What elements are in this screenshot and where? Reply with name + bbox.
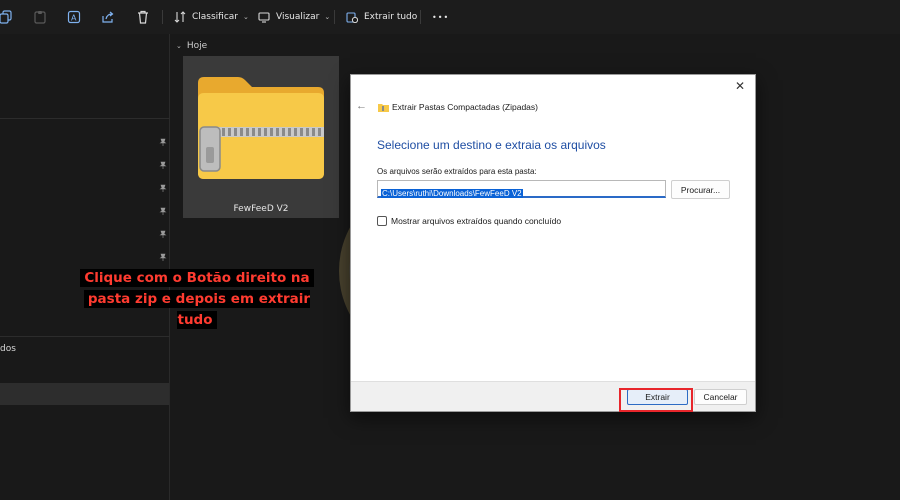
view-label: Visualizar [276,12,320,22]
toolbar-divider [162,10,163,24]
sidebar-divider [0,118,170,119]
back-arrow-icon[interactable]: ← [356,100,367,112]
command-bar: A Classificar ⌄ Visualizar ⌄ Extrair tud… [0,0,900,34]
browse-button[interactable]: Procurar... [671,180,730,199]
sidebar-item-selected[interactable] [0,383,169,405]
sort-icon [174,11,186,23]
instruction-annotation: Clique com o Botão direito na pasta zip … [66,268,328,331]
rename-icon[interactable]: A [66,9,82,25]
annotation-line-2: pasta zip e depois em extrair tudo [83,290,311,329]
toolbar-divider [334,10,335,24]
paste-icon[interactable] [32,9,48,25]
delete-icon[interactable] [135,9,151,25]
show-files-checkbox[interactable] [377,216,387,226]
more-options-button[interactable]: ••• [432,8,449,26]
view-button[interactable]: Visualizar ⌄ [258,8,330,26]
pin-icon[interactable] [159,230,167,238]
chevron-down-icon: ⌄ [176,42,182,50]
zip-folder-item[interactable]: FewFeeD V2 [183,56,339,218]
navigation-pane: dos [0,34,170,500]
extract-all-icon [346,12,358,23]
sidebar-divider [0,336,170,337]
zip-folder-icon [198,77,324,179]
group-header-label: Hoje [186,41,208,51]
extract-zip-dialog: ✕ ← Extrair Pastas Compactadas (Zipadas)… [350,74,756,412]
destination-path-value: C:\Users\ruthi\Downloads\FewFeeD V2 [381,189,523,198]
copy-icon[interactable] [0,9,14,25]
share-icon[interactable] [100,9,116,25]
pin-icon[interactable] [159,253,167,261]
toolbar-divider [420,10,421,24]
zip-folder-small-icon [378,104,389,112]
chevron-down-icon: ⌄ [324,13,331,21]
file-name-label: FewFeeD V2 [233,204,289,214]
sidebar-item-label[interactable]: dos [0,344,16,354]
close-icon[interactable]: ✕ [733,79,747,93]
svg-text:A: A [71,14,77,23]
dialog-heading: Selecione um destino e extraia os arquiv… [377,138,606,152]
dialog-title: Extrair Pastas Compactadas (Zipadas) [392,102,538,112]
pin-icon[interactable] [159,138,167,146]
sort-button[interactable]: Classificar ⌄ [174,8,249,26]
pin-icon[interactable] [159,184,167,192]
extract-all-label: Extrair tudo [364,12,418,22]
more-icon: ••• [432,12,450,22]
dialog-footer: Extrair Cancelar [351,381,755,411]
annotation-line-1: Clique com o Botão direito na [80,269,314,287]
pin-icon[interactable] [159,207,167,215]
extract-all-button[interactable]: Extrair tudo [346,8,417,26]
destination-label: Os arquivos serão extraídos para esta pa… [377,167,537,176]
show-files-option[interactable]: Mostrar arquivos extraídos quando conclu… [377,216,561,226]
sort-label: Classificar [192,12,239,22]
pin-icon[interactable] [159,161,167,169]
show-files-label: Mostrar arquivos extraídos quando conclu… [391,216,562,226]
view-icon [258,12,270,23]
destination-path-input[interactable]: C:\Users\ruthi\Downloads\FewFeeD V2 [377,180,666,198]
chevron-down-icon: ⌄ [243,13,249,21]
cancel-button[interactable]: Cancelar [694,389,747,405]
extract-button-highlight [619,388,693,412]
group-header-today[interactable]: ⌄ Hoje [176,41,207,51]
